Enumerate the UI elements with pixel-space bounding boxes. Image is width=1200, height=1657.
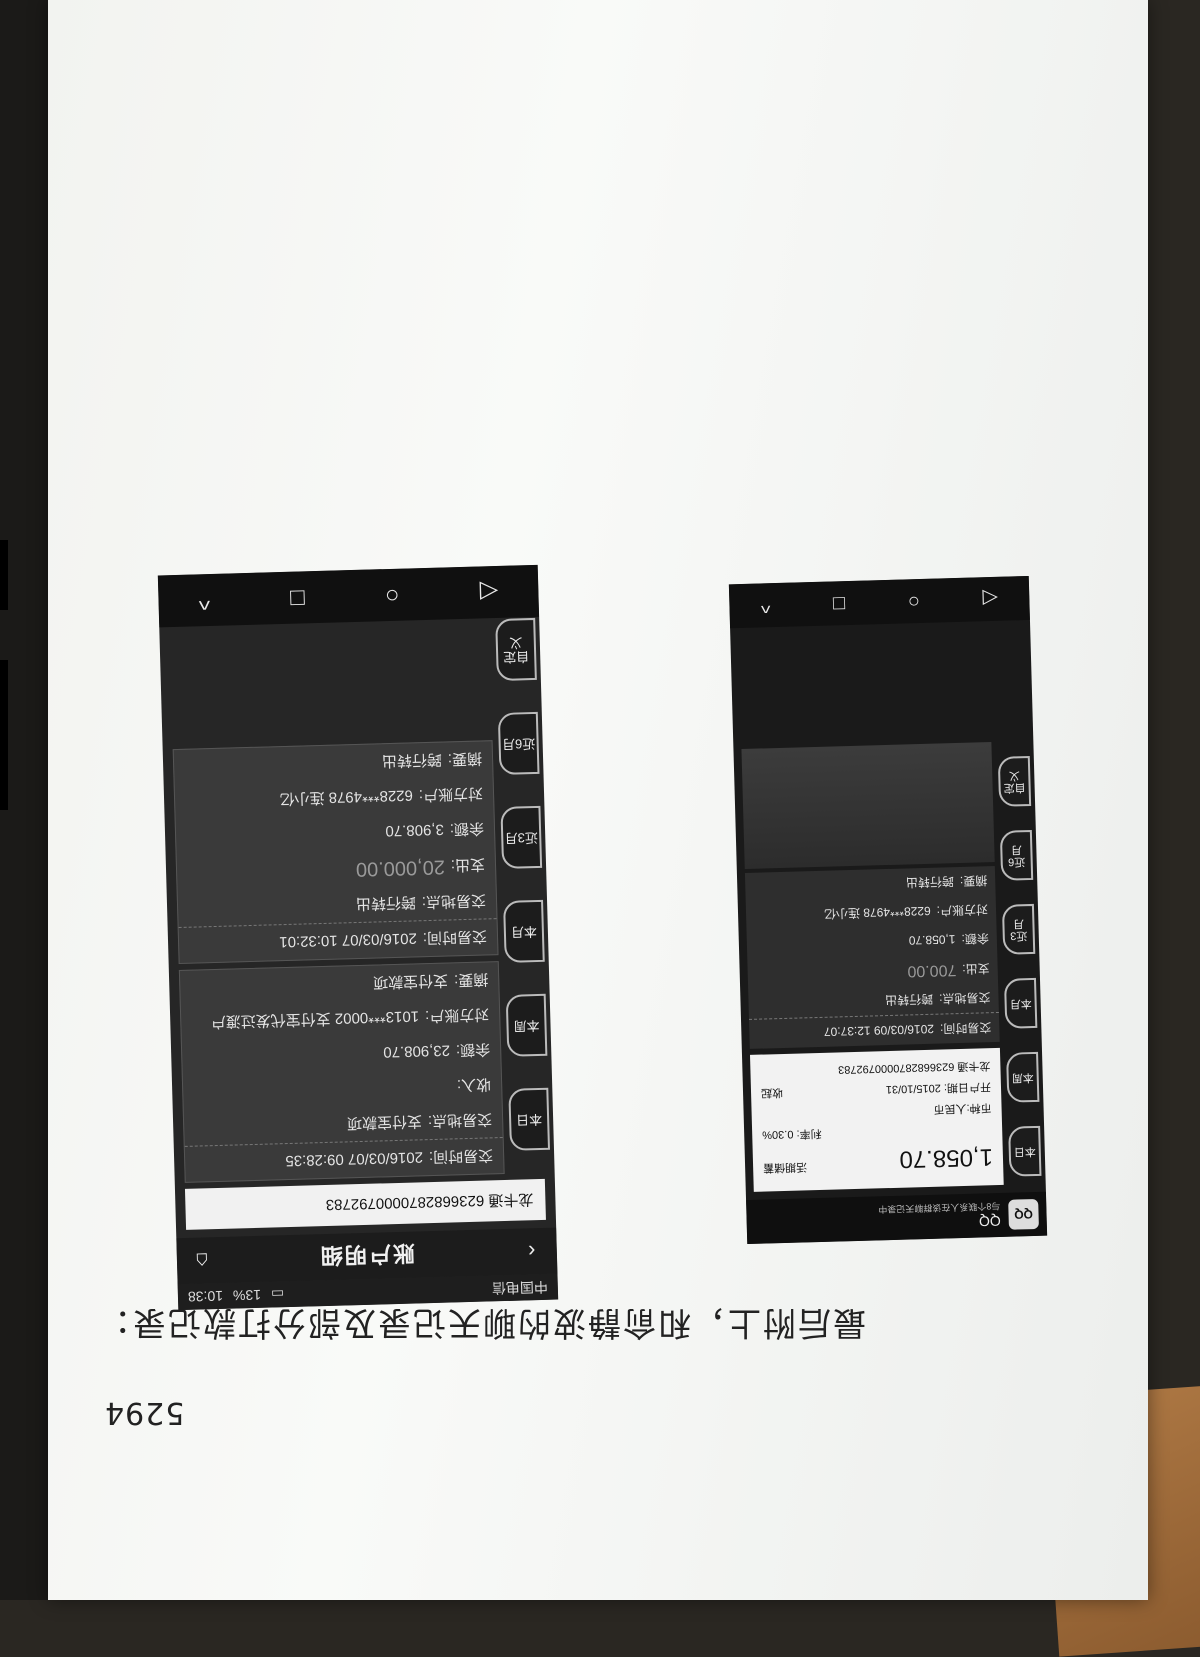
account-type: 活期储蓄 xyxy=(762,1160,808,1174)
tab-last-3-months[interactable]: 近3月 xyxy=(500,805,543,869)
transaction-block: 交易时间:2016/03/07 09:28:35 交易地点:支付宝款项 收入: … xyxy=(178,961,505,1183)
tab-custom[interactable]: 自定义 xyxy=(495,617,537,682)
collapse-button[interactable]: 收起 xyxy=(761,1085,783,1102)
home-icon[interactable]: ⌂ xyxy=(187,1247,218,1274)
balance-amount: 1,058.70 xyxy=(899,1143,994,1173)
interest-rate: 利率: 0.30% xyxy=(762,1126,822,1141)
tab-last-6-months[interactable]: 近6月 xyxy=(497,711,540,775)
home-nav-icon[interactable]: ○ xyxy=(385,581,400,609)
back-icon[interactable]: ‹ xyxy=(516,1238,547,1265)
card-name: 龙卡通 xyxy=(488,1190,534,1209)
tab-custom[interactable]: 自定义 xyxy=(997,755,1032,807)
tab-this-month[interactable]: 本月 xyxy=(503,899,545,963)
tab-today[interactable]: 本日 xyxy=(1008,1125,1042,1177)
account-detail-screenshot: 中国电信 ▭ 13% 10:38 ‹ 账户明细 ⌂ 龙卡通 6236682870… xyxy=(157,564,559,1311)
back-nav-icon[interactable]: ◁ xyxy=(982,586,998,611)
recents-nav-icon[interactable]: □ xyxy=(290,583,305,611)
android-nav-bar: ◁ ○ □ ^ xyxy=(728,575,1030,629)
qq-balance-screenshot: QQ QQ 与8个联系人在该群聊天记录中 1,058.70 活期储蓄 利率: 0… xyxy=(728,575,1048,1245)
binder-tab xyxy=(0,540,8,610)
back-nav-icon[interactable]: ◁ xyxy=(479,577,498,607)
empty-area xyxy=(741,742,995,869)
card-number-strip: 龙卡通 6236682870000792783 xyxy=(184,1178,546,1230)
card-number: 6236682870000792783 xyxy=(325,1191,485,1214)
clock: 10:38 xyxy=(187,1287,224,1305)
home-nav-icon[interactable]: ○ xyxy=(907,589,920,612)
recents-nav-icon[interactable]: □ xyxy=(833,592,846,615)
chevron-up-icon[interactable]: ^ xyxy=(761,594,771,617)
qq-app-name: QQ xyxy=(978,1213,1001,1231)
battery-icon: ▭ xyxy=(270,1286,285,1304)
screen-title: 账户明细 xyxy=(318,1240,416,1269)
currency: 币种:人民币 xyxy=(933,1101,992,1115)
battery-level: 13% xyxy=(232,1286,262,1304)
android-nav-bar: ◁ ○ □ ^ xyxy=(157,564,540,628)
tab-this-week[interactable]: 本周 xyxy=(1006,1051,1040,1103)
document-page: 5294 最后附上，和俞静波的聊天记录及部分打款记录： 中国电信 ▭ 13% 1… xyxy=(48,0,1148,1600)
tab-last-3-months[interactable]: 近3月 xyxy=(1001,903,1036,955)
open-date: 开户日期: 2015/10/31 xyxy=(885,1080,992,1096)
qq-avatar-icon: QQ xyxy=(1008,1198,1039,1230)
period-tabs: 本日 本周 本月 近3月 近6月 自定义 xyxy=(495,586,551,1151)
tab-this-week[interactable]: 本周 xyxy=(505,993,548,1057)
carrier-label: 中国电信 xyxy=(491,1278,549,1297)
tab-this-month[interactable]: 本月 xyxy=(1003,977,1038,1029)
card-number: 龙卡通 6236682870000792783 xyxy=(837,1059,991,1076)
page-number: 5294 xyxy=(104,1395,185,1430)
transaction-block: 交易时间:2016/03/09 12:37:07 交易地点:跨行转出 支出:70… xyxy=(744,866,1000,1049)
chevron-up-icon[interactable]: ^ xyxy=(198,586,210,614)
binder-tab xyxy=(0,660,8,810)
balance-card: 1,058.70 活期储蓄 利率: 0.30% 币种:人民币 开户日期: 201… xyxy=(749,1047,1004,1192)
qq-header: QQ QQ 与8个联系人在该群聊天记录中 xyxy=(746,1191,1048,1245)
transaction-block: 交易时间:2016/03/07 10:32:01 交易地点:跨行转出 支出:20… xyxy=(172,740,499,965)
tab-today[interactable]: 本日 xyxy=(508,1087,551,1151)
page-content-upside-down: 5294 最后附上，和俞静波的聊天记录及部分打款记录： 中国电信 ▭ 13% 1… xyxy=(48,0,1148,1600)
tab-last-6-months[interactable]: 近6月 xyxy=(999,829,1034,881)
